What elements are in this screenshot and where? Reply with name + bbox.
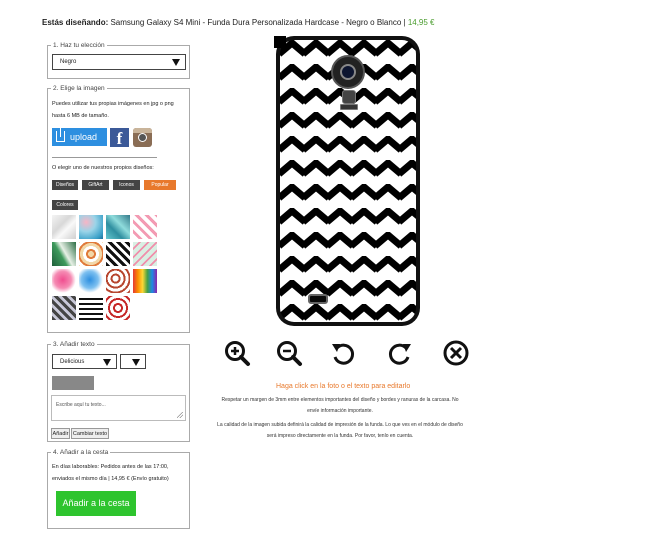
thumb-chevron-gray[interactable] — [52, 296, 76, 320]
header-price: 14,95 € — [407, 18, 435, 27]
color-select-value: Negro — [60, 59, 77, 65]
step2-legend: 2. Elige la imagen — [53, 85, 105, 92]
instagram-icon[interactable] — [133, 128, 152, 147]
thumb-pink-heart[interactable] — [52, 269, 76, 293]
thumb-lips-pattern[interactable] — [106, 269, 130, 293]
upload-icon — [56, 128, 65, 142]
image-info-line1: Puedes utilizar tus propias imágenes en … — [52, 101, 174, 107]
flash-cutout — [342, 90, 356, 104]
text-color-swatch[interactable] — [52, 376, 94, 390]
quality-note-line1: La calidad de la imagen subida definirá … — [217, 422, 463, 428]
upload-button[interactable]: upload — [52, 128, 107, 146]
text-input[interactable]: Escribe aquí tu texto... — [51, 395, 186, 421]
thumb-marble-white[interactable] — [52, 215, 76, 239]
header-product: Samsung Galaxy S4 Mini - Funda Dura Pers… — [108, 18, 408, 27]
thumb-lips-red[interactable] — [106, 296, 130, 320]
sensor-cutout — [340, 104, 358, 110]
font-select-value: Delicious — [60, 359, 85, 365]
design-header: Estás diseñando: Samsung Galaxy S4 Mini … — [42, 18, 435, 27]
chevron-down-icon — [132, 359, 140, 366]
category-colores[interactable]: Colores — [52, 200, 78, 210]
add-text-button[interactable]: Añadir — [51, 428, 70, 439]
thumb-tropical-teal[interactable] — [106, 215, 130, 239]
zoom-in-icon[interactable] — [223, 339, 251, 367]
edit-hint: Haga click en la foto o el texto para ed… — [276, 383, 411, 390]
step-add-to-cart: 4. Añadir a la cesta — [47, 449, 190, 529]
thumb-tacos-pattern[interactable] — [79, 242, 103, 266]
step4-legend: 4. Añadir a la cesta — [53, 449, 109, 456]
margin-note-line2: envíe información importante. — [307, 408, 373, 414]
category-iconos[interactable]: Iconos — [113, 180, 140, 190]
thumb-stripes-bw[interactable] — [79, 296, 103, 320]
thumb-chevron-bw[interactable] — [106, 242, 130, 266]
category-giftart[interactable]: GiftArt — [82, 180, 109, 190]
zoom-out-icon[interactable] — [275, 339, 303, 367]
upload-label: upload — [70, 132, 98, 142]
image-info-line2: hasta 6 MB de tamaño. — [52, 113, 109, 119]
quality-note-line2: será impreso directamente en la funda. P… — [266, 433, 414, 439]
camera-cutout — [331, 55, 365, 89]
divider — [52, 157, 157, 158]
thumb-palm-leaves[interactable] — [52, 242, 76, 266]
add-to-cart-button[interactable]: Añadir a la cesta — [56, 491, 136, 516]
color-select[interactable]: Negro — [52, 54, 186, 70]
rotate-right-icon[interactable] — [386, 339, 414, 367]
shipping-info-line1: En días laborables: Pedidos antes de las… — [52, 464, 169, 470]
change-text-button[interactable]: Cambiar texto — [71, 428, 109, 439]
thumb-flamingo-pink[interactable] — [133, 215, 157, 239]
or-text: O elegir uno de nuestros propios diseños… — [52, 165, 154, 171]
thumb-blue-heart[interactable] — [79, 269, 103, 293]
font-size-select[interactable] — [120, 354, 146, 369]
resize-handle[interactable] — [274, 36, 286, 48]
speaker-grille — [308, 294, 328, 304]
thumb-flamingo-green[interactable] — [133, 242, 157, 266]
step1-legend: 1. Haz tu elección — [53, 42, 105, 49]
chevron-down-icon — [103, 359, 111, 366]
rotate-left-icon[interactable] — [329, 339, 357, 367]
facebook-icon[interactable]: f — [110, 128, 129, 148]
step3-legend: 3. Añadir texto — [53, 341, 95, 348]
margin-note-line1: Respetar un margen de 3mm entre elemento… — [221, 397, 459, 403]
thumb-watercolor-blue[interactable] — [79, 215, 103, 239]
delete-icon[interactable] — [442, 339, 470, 367]
font-select[interactable]: Delicious — [52, 354, 117, 369]
header-label: Estás diseñando: — [42, 18, 109, 27]
category-disenos[interactable]: Diseños — [52, 180, 78, 190]
chevron-down-icon — [172, 59, 180, 66]
shipping-info-line2: enviados el mismo día | 14,95 € (Envío g… — [52, 476, 169, 482]
thumb-rainbow-drip[interactable] — [133, 269, 157, 293]
category-popular[interactable]: Popular — [144, 180, 176, 190]
